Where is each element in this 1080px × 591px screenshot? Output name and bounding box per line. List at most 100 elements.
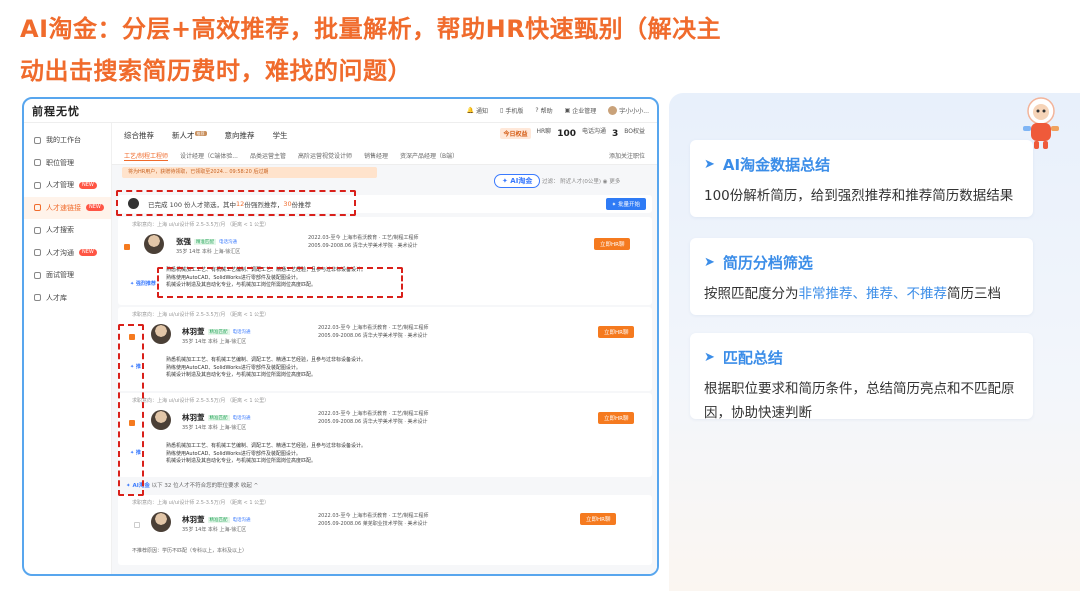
job-intent: 求职意向：上海 ui/ui设计师 2.5-3.5万/月 （距离 < 1 公里） (132, 222, 270, 228)
candidate-name-text: 林羽萱 (182, 327, 205, 336)
help-link[interactable]: ? 帮助 (535, 106, 552, 115)
sidebar-item-label: 人才库 (46, 293, 67, 302)
edu-exp: 2005.09-2008.06 清华大学美术学院 · 美术设计 (318, 333, 428, 339)
sidebar-item-talent[interactable]: 人才管理 NEW (24, 174, 111, 197)
person-icon (34, 294, 41, 302)
candidate-basic: 35岁 14年 本科 上海-徐汇区 (182, 339, 247, 345)
avatar (151, 410, 171, 430)
work-exp: 2022.03-至今 上海市看沃教育 · 工艺/制程工程师 (318, 411, 429, 417)
candidate-card[interactable]: 求职意向：上海 ui/ui设计师 2.5-3.5万/月 （距离 < 1 公里） … (118, 217, 652, 305)
tab-student[interactable]: 学生 (273, 130, 288, 147)
select-checkbox[interactable] (129, 334, 135, 340)
hr-chat-label: HR聊 (536, 128, 552, 135)
work-exp: 2022.03-至今 上海市看沃教育 · 工艺/制程工程师 (318, 325, 429, 331)
job-intent: 求职意向：上海 ui/ui设计师 2.5-3.5万/月 （距离 < 1 公里） (132, 398, 270, 404)
user-menu[interactable]: 宇小小小... (608, 106, 649, 115)
summary-panel: ➤ AI淘金数据总结 100份解析简历，给到强烈推荐和推荐简历数据结果 ➤ 简历分档… (669, 93, 1080, 591)
avatar (151, 512, 171, 532)
add-follow-job[interactable]: 添加关注职位 (609, 151, 645, 160)
select-checkbox[interactable] (129, 420, 135, 426)
sidebar-item-chat[interactable]: 人才沟通 NEW (24, 242, 111, 265)
card-title: 匹配总结 (722, 348, 783, 367)
subtab-job-2[interactable]: 品类运营主管 (250, 151, 286, 160)
fold-text: 以下 32 位人才不符合您的职位要求 收起 ^ (149, 483, 259, 489)
match-badge: 精准匹配 (207, 517, 230, 523)
select-checkbox[interactable] (134, 522, 140, 528)
sidebar-item-label: 人才速链接 (46, 203, 81, 212)
highlight-line: 机械设计制造及其自动化专业，与机械加工岗位所需岗位高度匹配。 (166, 282, 317, 288)
highlight-line: 熟悉机械加工工艺、有机械工艺编制、调配工艺、精通工艺经验，且参与过非标设备设计。 (166, 357, 367, 363)
brand-logo: 前程无忧 (32, 104, 80, 118)
subtab-job-1[interactable]: 设计经理（C端体验... (180, 151, 238, 160)
recommend-level: ✦ 强烈推荐 (130, 281, 156, 287)
filter-options[interactable]: 过滤： 附近人才(0公里) ◉ 更多 (542, 177, 620, 185)
recommend-level: ✦ 推 (130, 450, 141, 456)
subtab-job-5[interactable]: 资深产品经理（B端） (400, 151, 458, 160)
briefcase-icon (34, 159, 41, 167)
sidebar-item-label: 人才搜索 (46, 226, 74, 235)
candidate-card[interactable]: 求职意向：上海 ui/ui设计师 2.5-3.5万/月 （距离 < 1 公里） … (118, 495, 652, 565)
ai-gold-button[interactable]: ✦ AI淘金 (494, 174, 541, 188)
tab-intent[interactable]: 意向推荐 (225, 130, 255, 147)
sidebar-item-label: 职位管理 (46, 158, 74, 167)
rights-link[interactable]: BO权益 (624, 126, 645, 141)
notice-link[interactable]: 🔔 通知 (467, 106, 489, 115)
card-body-post: 简历三档 (947, 286, 1001, 302)
notice-label: 通知 (476, 108, 489, 115)
job-subtabs: 工艺/制程工程师 设计经理（C端体验... 品类运营主管 高阶运营视觉设计师 销… (112, 147, 657, 165)
candidate-experience: 2022.03-至今 上海市看沃教育 · 工艺/制程工程师 2005.09-200… (318, 324, 429, 340)
job-intent: 求职意向：上海 ui/ui设计师 2.5-3.5万/月 （距离 < 1 公里） (132, 312, 270, 318)
phone-badge: 电话沟通 (232, 416, 251, 421)
app-screenshot: 前程无忧 🔔 通知 ▯ 手机版 ? 帮助 ▣ 企业管理 宇小小小... 我的工作台 职位… (22, 97, 659, 576)
tab-badge: 推荐 (194, 130, 207, 136)
summary-text-pre: 已完成 100 份人才筛选，其中 (148, 201, 237, 209)
card-body: 100份解析简历，给到强烈推荐和推荐简历数据结果 (704, 188, 1014, 204)
sidebar-item-jobs[interactable]: 职位管理 (24, 152, 111, 175)
sidebar-item-pool[interactable]: 人才库 (24, 287, 111, 310)
highlight-line: 熟练使用AutoCAD、SolidWorks进行零部件及装配图设计。 (166, 274, 301, 281)
hr-chat-button[interactable]: 立即HR聊 (598, 412, 635, 424)
hr-chat-button[interactable]: 立即HR聊 (580, 513, 617, 525)
card-tier-filter: ➤ 简历分档筛选 按照匹配度分为非常推荐、推荐、不推荐简历三档 (690, 238, 1033, 315)
candidate-experience: 2022.03-至今 上海市看沃教育 · 工艺/制程工程师 2005.09-200… (318, 410, 429, 426)
sidebar-item-talent-link[interactable]: 人才速链接 NEW (24, 196, 111, 219)
tab-overall[interactable]: 综合推荐 (124, 130, 154, 147)
candidate-card[interactable]: 求职意向：上海 ui/ui设计师 2.5-3.5万/月 （距离 < 1 公里） … (118, 393, 652, 477)
user-name: 宇小小小... (619, 108, 649, 115)
work-exp: 2022.03-至今 上海市看沃教育 · 工艺/制程工程师 (308, 235, 419, 241)
tab-new[interactable]: 新人才 推荐 (172, 130, 207, 147)
sidebar-item-workbench[interactable]: 我的工作台 (24, 129, 111, 152)
recommend-level: ✦ 推 (130, 364, 141, 370)
slide-title-line2: 动出击搜索简历费时，难找的问题） (20, 57, 412, 85)
bell-icon: 🔔 (466, 107, 475, 114)
hr-chat-button[interactable]: 立即HR聊 (598, 326, 635, 338)
sidebar-item-label: 人才管理 (46, 181, 74, 190)
match-badge: 精准匹配 (194, 239, 216, 245)
subtab-job-4[interactable]: 销售经理 (364, 151, 388, 160)
highlight-line: 熟悉机械加工工艺、有机械工艺编制、调配工艺、精通工艺经验，且参与过非标设备设计。 (166, 443, 367, 449)
candidate-card[interactable]: 求职意向：上海 ui/ui设计师 2.5-3.5万/月 （距离 < 1 公里） … (118, 307, 652, 391)
subtab-job-3[interactable]: 高阶运营视觉设计师 (298, 151, 352, 160)
card-match-summary: ➤ 匹配总结 根据职位要求和简历条件，总结简历亮点和不匹配原因，协助快速判断 (690, 333, 1033, 421)
enterprise-link[interactable]: ▣ 企业管理 (565, 106, 597, 115)
subtab-job-0[interactable]: 工艺/制程工程师 (124, 151, 169, 161)
card-body: 根据职位要求和简历条件，总结简历亮点和不匹配原因，协助快速判断 (704, 381, 1015, 421)
hr-chat-count: 100 (557, 128, 576, 139)
mobile-link[interactable]: ▯ 手机版 (500, 106, 523, 115)
tab-bar: 综合推荐 新人才 推荐 意向推荐 学生 今日权益 HR聊 100 电话沟通 3 BO权… (112, 123, 657, 147)
help-icon: ? (535, 107, 539, 114)
new-badge: NEW (79, 181, 97, 189)
card-title: 简历分档筛选 (722, 253, 813, 272)
highlights: 熟悉机械加工工艺、有机械工艺编制、调配工艺、精通工艺经验，且参与过非标设备设计。… (166, 443, 466, 466)
select-checkbox[interactable] (124, 244, 130, 250)
match-badge: 精准匹配 (207, 329, 230, 335)
edu-exp: 2005.09-2008.06 莱芜职业技术学院 · 美术设计 (318, 521, 428, 527)
chat-icon (34, 249, 41, 257)
candidate-basic: 35岁 14年 本科 上海-徐汇区 (176, 249, 241, 255)
hr-chat-button[interactable]: 立即HR聊 (594, 238, 631, 250)
sidebar-item-search[interactable]: 人才搜索 (24, 219, 111, 242)
sidebar-item-interview[interactable]: 面试管理 (24, 264, 111, 287)
not-matched-fold[interactable]: ✦ AI淘金 以下 32 位人才不符合您的职位要求 收起 ^ (126, 481, 258, 489)
batch-start-button[interactable]: ✦ 批量开始 (605, 198, 646, 210)
job-intent: 求职意向：上海 ui/ui设计师 2.5-3.5万/月 （距离 < 1 公里） (132, 500, 270, 506)
